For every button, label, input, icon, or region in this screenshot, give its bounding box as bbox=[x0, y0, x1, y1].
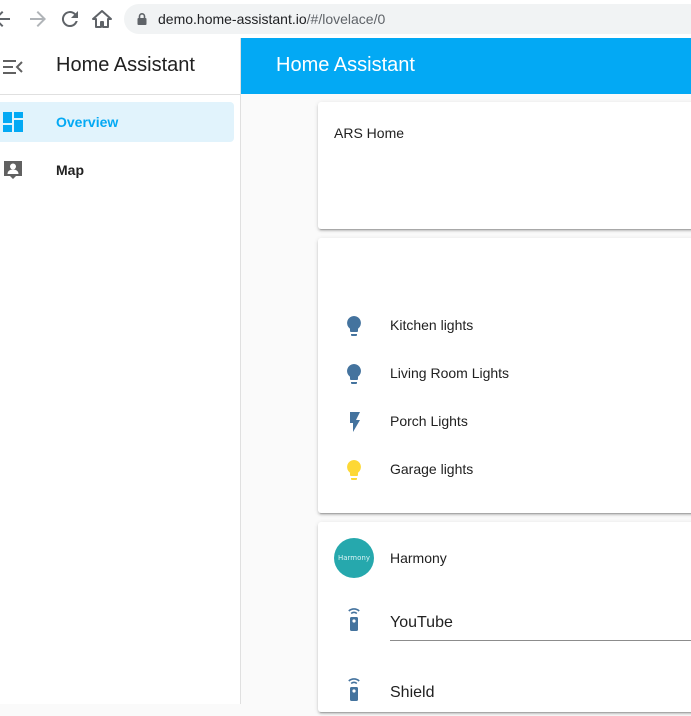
activity-row-shield[interactable]: Shield bbox=[318, 672, 691, 716]
card-title: ARS Home bbox=[334, 125, 405, 141]
lightbulb-icon[interactable] bbox=[342, 314, 366, 338]
entity-name: Kitchen lights bbox=[390, 317, 474, 333]
sidebar-item-overview[interactable]: Overview bbox=[0, 102, 234, 142]
home-card: ARS Home bbox=[318, 102, 691, 229]
url-text: demo.home-assistant.io/#/lovelace/0 bbox=[158, 11, 385, 27]
url-path: /#/lovelace/0 bbox=[306, 11, 386, 27]
sidebar-item-label: Map bbox=[56, 162, 84, 178]
view-dashboard-icon bbox=[3, 112, 23, 132]
harmony-logo[interactable]: Harmony bbox=[334, 538, 374, 578]
sidebar: Home Assistant Overview Map bbox=[0, 38, 241, 704]
back-icon[interactable] bbox=[0, 7, 14, 31]
entity-row-kitchen-lights[interactable]: Kitchen lights bbox=[318, 306, 691, 346]
reload-icon[interactable] bbox=[58, 7, 82, 31]
lightbulb-icon[interactable] bbox=[342, 362, 366, 386]
page-title: Home Assistant bbox=[276, 54, 415, 76]
sidebar-title: Home Assistant bbox=[56, 54, 195, 76]
harmony-card: Harmony Harmony YouTube Shield bbox=[318, 522, 691, 712]
browser-toolbar: demo.home-assistant.io/#/lovelace/0 bbox=[0, 0, 691, 39]
sidebar-item-label: Overview bbox=[56, 114, 119, 130]
harmony-name: Harmony bbox=[390, 550, 447, 566]
account-box-icon bbox=[4, 161, 22, 179]
remote-icon bbox=[348, 608, 360, 631]
menu-open-icon[interactable] bbox=[2, 56, 24, 78]
lightbulb-icon[interactable] bbox=[342, 458, 366, 482]
activity-name: YouTube bbox=[390, 614, 453, 631]
sidebar-item-map[interactable]: Map bbox=[0, 150, 234, 190]
activity-name: Shield bbox=[390, 684, 435, 701]
lock-icon bbox=[137, 13, 147, 25]
entity-name: Garage lights bbox=[390, 461, 474, 477]
entity-name: Living Room Lights bbox=[390, 365, 510, 381]
entity-row-garage-lights[interactable]: Garage lights bbox=[318, 450, 691, 490]
entity-name: Porch Lights bbox=[390, 413, 468, 429]
url-host: demo.home-assistant.io bbox=[158, 11, 307, 27]
flash-icon[interactable] bbox=[342, 410, 366, 434]
activity-row-youtube[interactable]: YouTube bbox=[318, 602, 691, 646]
home-icon[interactable] bbox=[90, 7, 114, 31]
sidebar-header: Home Assistant bbox=[0, 38, 240, 95]
address-bar[interactable]: demo.home-assistant.io/#/lovelace/0 bbox=[124, 4, 691, 34]
app-header: Home Assistant bbox=[241, 38, 691, 94]
lights-card: Kitchen lights Living Room Lights Porch … bbox=[318, 238, 691, 513]
entity-row-porch-lights[interactable]: Porch Lights bbox=[318, 402, 691, 442]
entity-row-living-room-lights[interactable]: Living Room Lights bbox=[318, 354, 691, 394]
activity-underline bbox=[390, 640, 691, 641]
forward-icon[interactable] bbox=[26, 7, 50, 31]
remote-icon bbox=[348, 678, 360, 701]
